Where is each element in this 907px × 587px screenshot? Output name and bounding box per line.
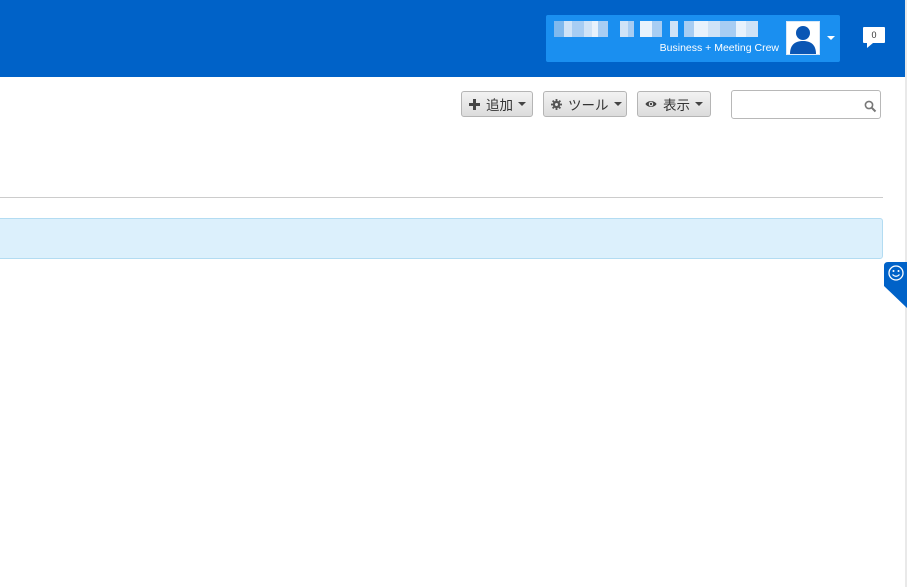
speech-bubble-icon <box>867 43 873 48</box>
view-button-label: 表示 <box>663 98 690 114</box>
search-input[interactable] <box>736 94 862 116</box>
search-box[interactable] <box>731 90 881 119</box>
user-name-blurred <box>554 21 778 37</box>
search-icon[interactable] <box>864 98 877 113</box>
tools-button-label: ツール <box>568 98 609 114</box>
user-silhouette-icon <box>786 21 820 55</box>
chevron-down-icon <box>518 102 526 106</box>
tools-button[interactable]: ツール <box>543 91 627 117</box>
notification-count: 0 <box>863 27 885 43</box>
add-button[interactable]: 追加 <box>461 91 533 117</box>
gear-icon <box>551 98 562 110</box>
plus-icon <box>469 98 480 110</box>
chevron-down-icon <box>613 102 622 106</box>
user-menu-button[interactable]: Business + Meeting Crew <box>546 15 840 62</box>
page: Business + Meeting Crew 0 追加 ツール 表示 <box>0 0 907 587</box>
feedback-tab[interactable] <box>884 262 907 308</box>
user-company-label: Business + Meeting Crew <box>659 42 779 54</box>
chevron-down-icon <box>827 36 835 40</box>
eye-icon <box>645 98 657 110</box>
header-bar: Business + Meeting Crew 0 <box>0 0 905 77</box>
chevron-down-icon <box>695 102 703 106</box>
section-divider <box>0 197 883 198</box>
view-button[interactable]: 表示 <box>637 91 711 117</box>
notifications-button[interactable]: 0 <box>863 27 885 48</box>
info-banner <box>0 218 883 259</box>
add-button-label: 追加 <box>486 98 513 114</box>
